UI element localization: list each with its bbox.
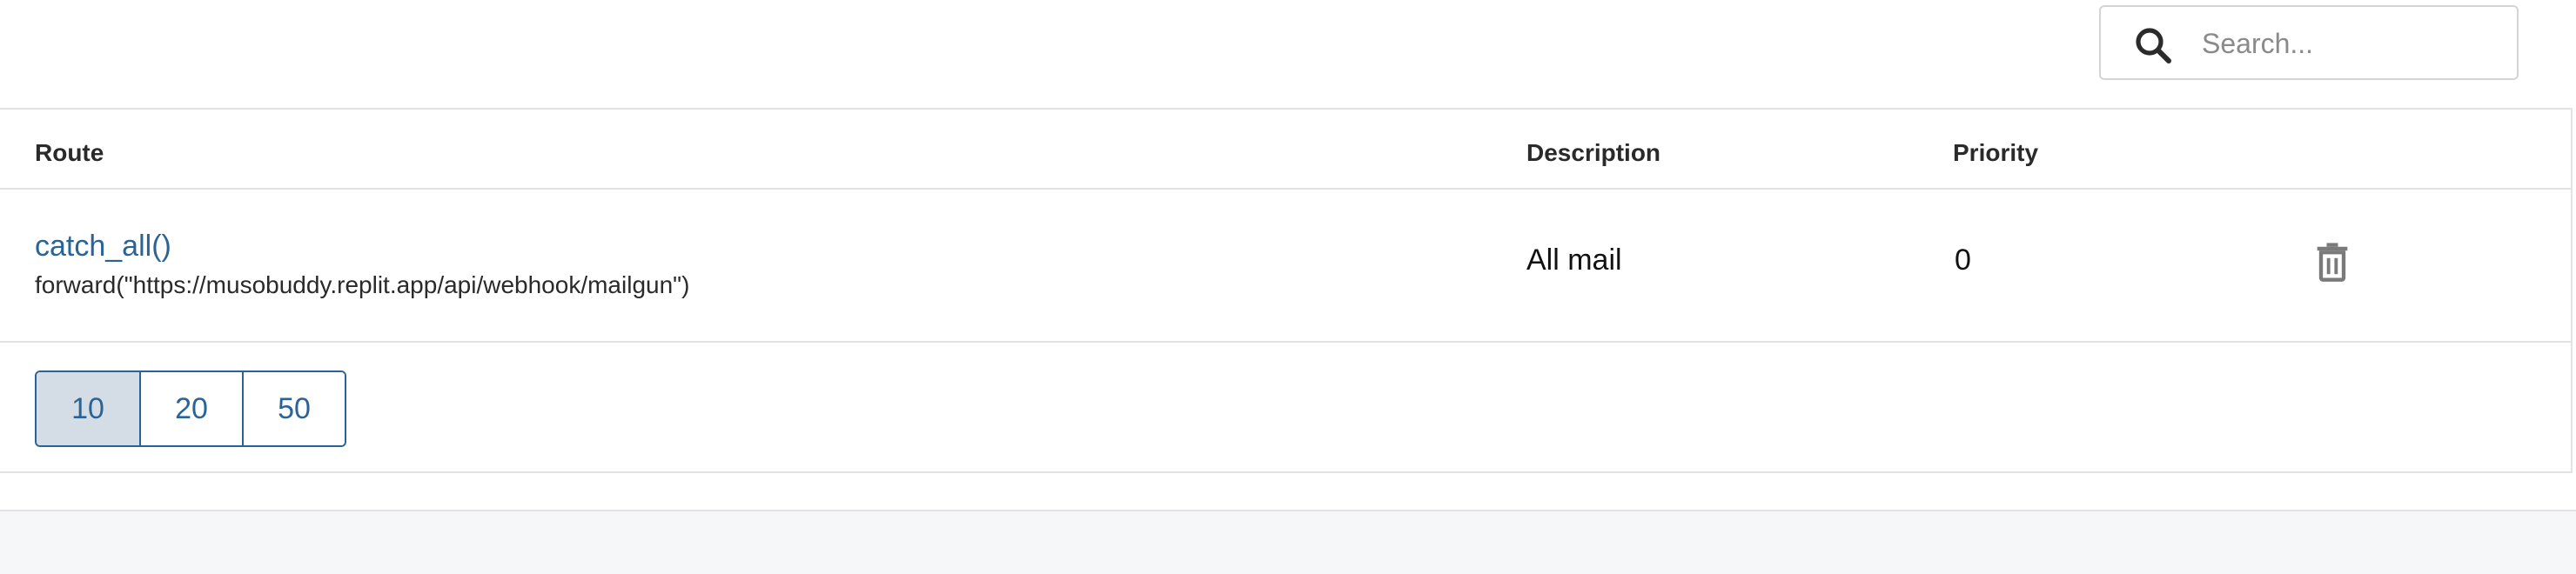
route-description: All mail [1526,244,1622,277]
page-size-20-button[interactable]: 20 [139,372,242,445]
search-icon [2136,28,2171,63]
column-header-priority: Priority [1953,139,2039,166]
header-divider [0,188,2571,190]
page-size-50-button[interactable]: 50 [242,372,345,445]
trash-icon[interactable] [2310,238,2355,284]
page-size-selector: 10 20 50 [35,370,346,447]
column-header-description: Description [1526,139,1661,166]
route-priority: 0 [1955,244,1971,277]
search-box[interactable] [2099,5,2519,80]
row-divider [0,341,2571,343]
search-input[interactable] [2202,21,2506,66]
routes-table: Route Description Priority catch_all() f… [0,108,2573,473]
footer-band [0,510,2576,574]
page-size-10-button[interactable]: 10 [37,372,139,445]
routes-page: Route Description Priority catch_all() f… [0,0,2576,574]
route-name-link[interactable]: catch_all() [35,230,171,264]
column-header-route: Route [35,139,104,166]
route-action-text: forward("https://musobuddy.replit.app/ap… [35,271,690,298]
